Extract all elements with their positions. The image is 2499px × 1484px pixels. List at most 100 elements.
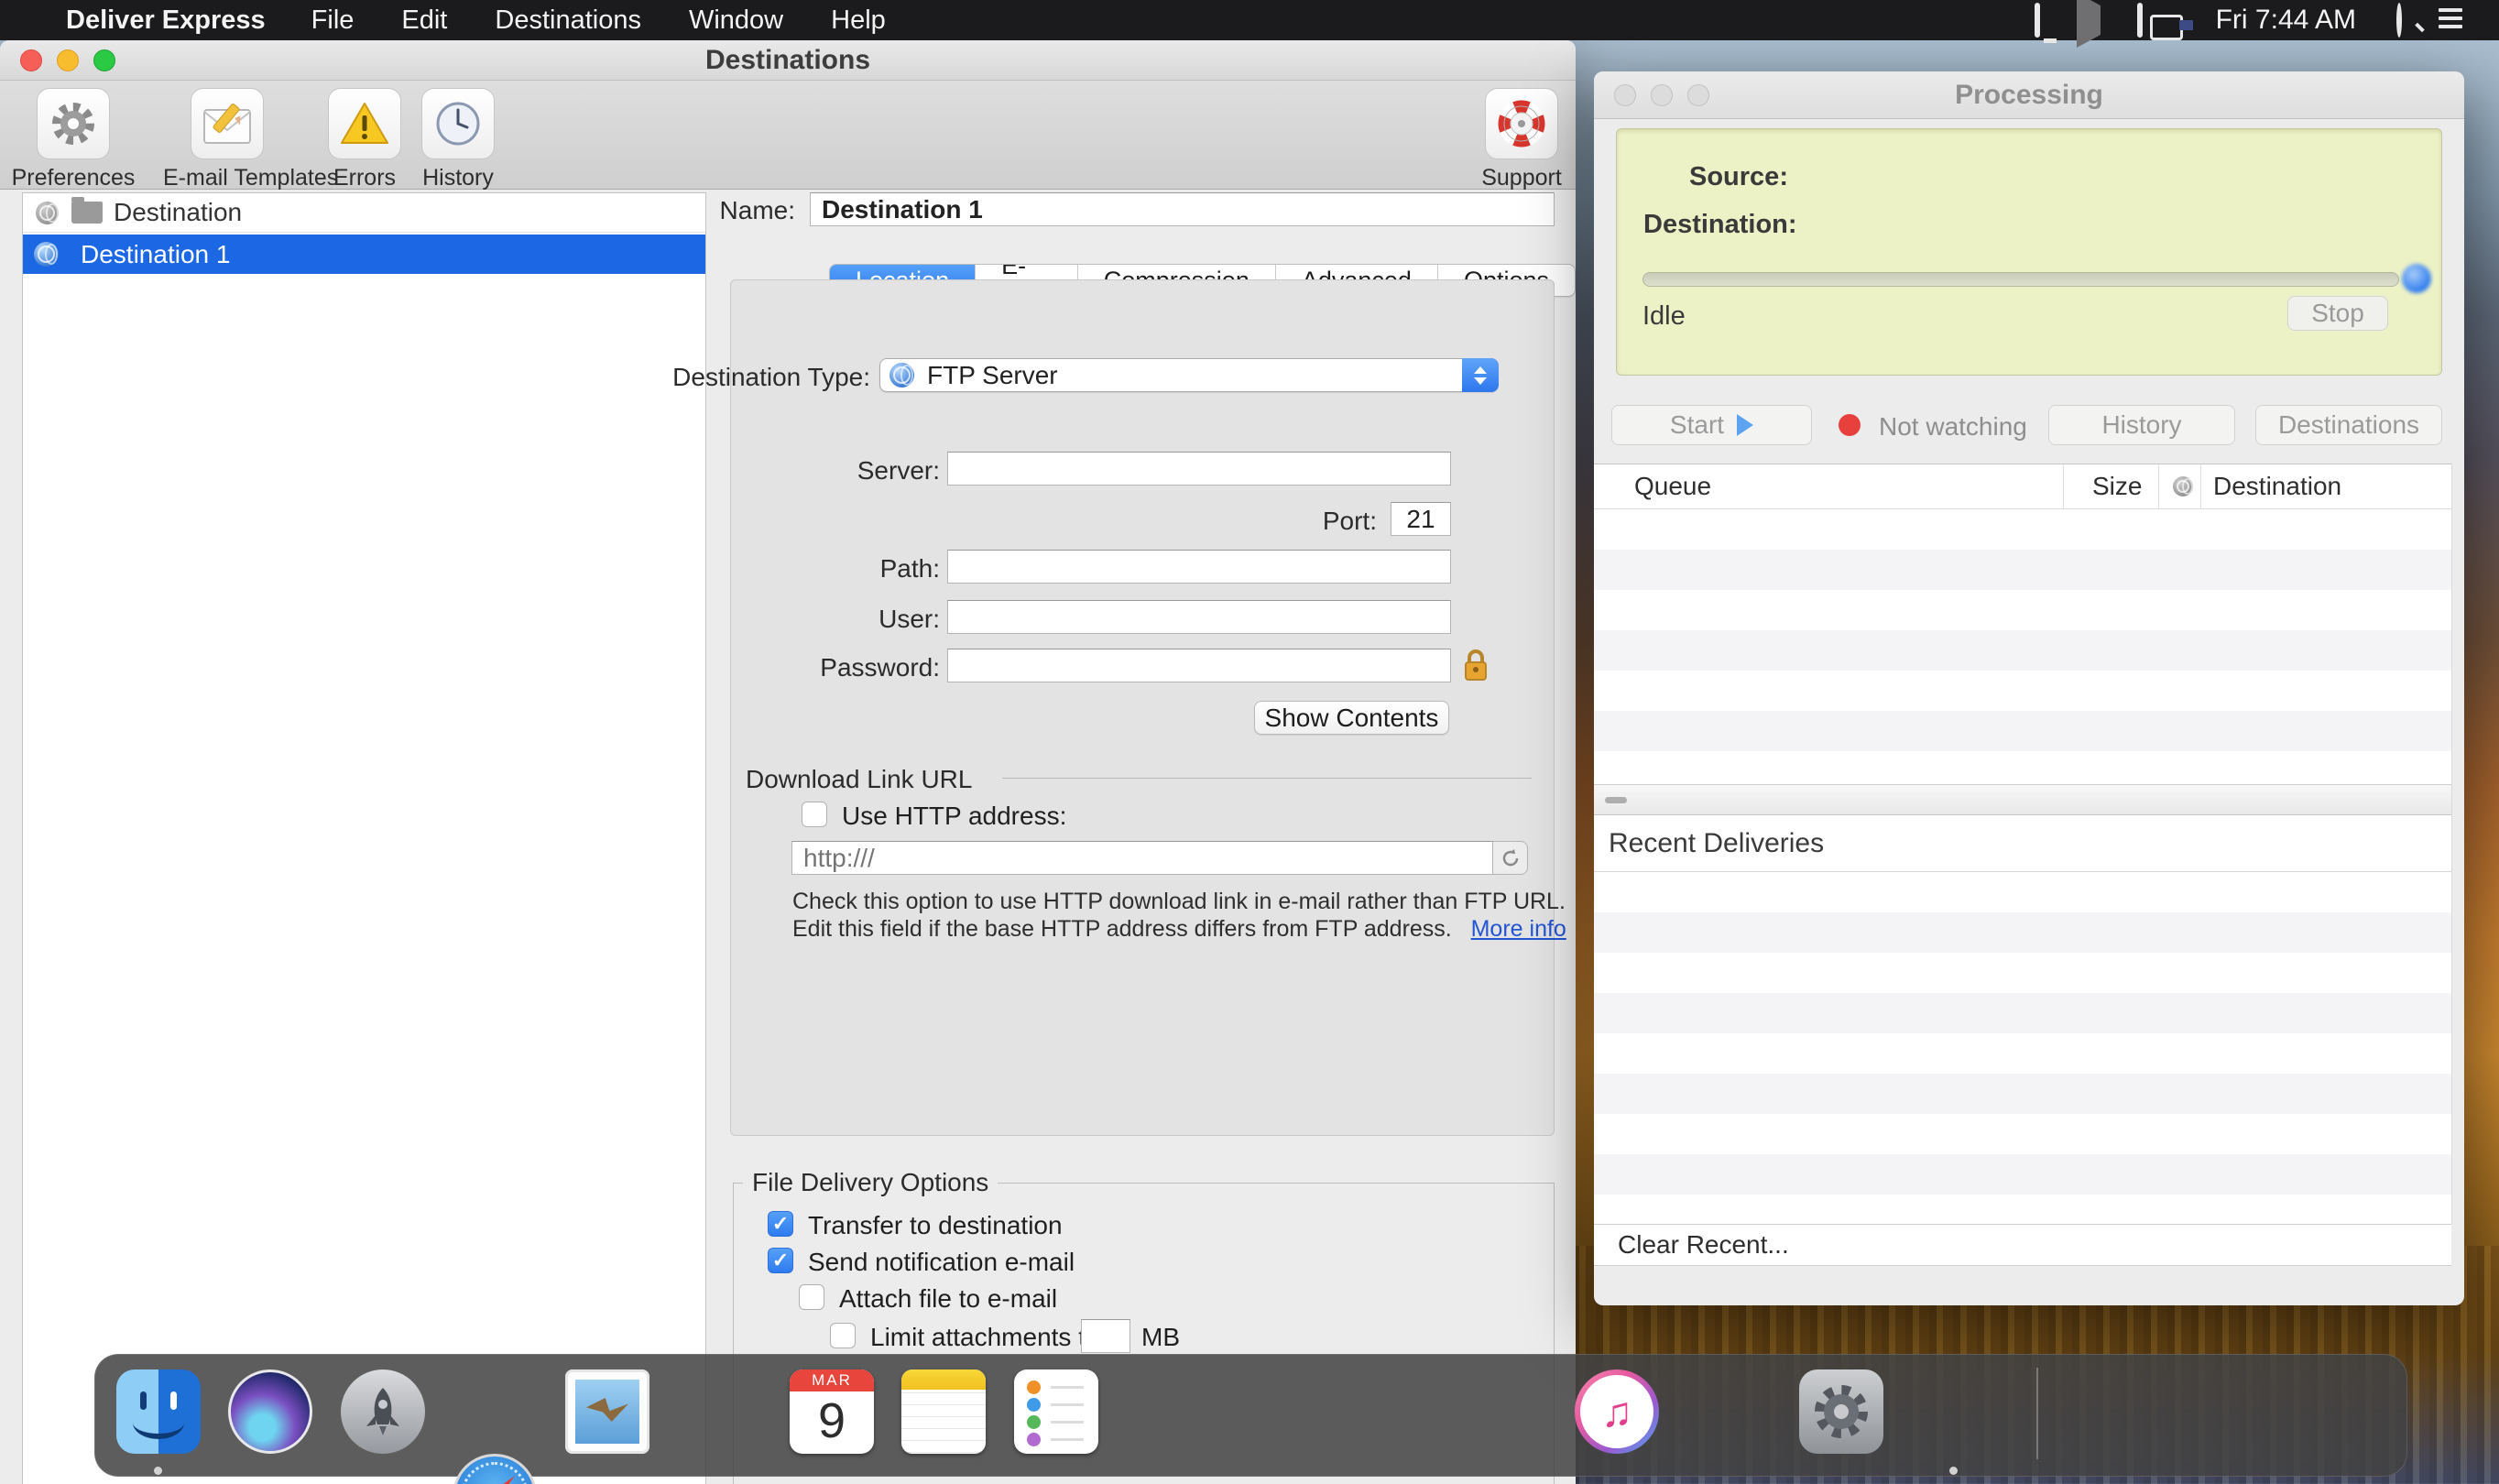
- destinations-toolbar: Preferences E-mail Templates Errors Hist…: [0, 81, 1576, 190]
- notify-checkbox[interactable]: ✓: [768, 1248, 793, 1273]
- clear-recent-button[interactable]: Clear Recent...: [1618, 1230, 1789, 1260]
- queue-column-header[interactable]: Queue: [1634, 464, 1711, 508]
- folder-icon: [71, 202, 103, 224]
- scrollbar-track[interactable]: [2451, 464, 2452, 1224]
- warning-triangle-icon: [340, 101, 389, 147]
- window-title: Destinations: [0, 45, 1576, 76]
- app-menu-title[interactable]: Deliver Express: [66, 5, 266, 36]
- name-label: Name:: [720, 196, 795, 225]
- port-input[interactable]: [1391, 502, 1451, 536]
- history-button[interactable]: History: [2048, 405, 2235, 445]
- airplay-display-icon[interactable]: [2035, 5, 2040, 36]
- server-input[interactable]: [947, 452, 1451, 486]
- email-templates-button[interactable]: E-mail Templates: [163, 88, 291, 191]
- dock-reminders-icon[interactable]: [1014, 1369, 1098, 1454]
- destinations-button[interactable]: Destinations: [2255, 405, 2442, 445]
- notification-center-icon[interactable]: [2439, 8, 2462, 33]
- destination-label: Destination:: [1643, 210, 1797, 240]
- menu-destinations[interactable]: Destinations: [495, 5, 641, 36]
- menu-window[interactable]: Window: [689, 5, 783, 36]
- name-input[interactable]: [810, 192, 1555, 226]
- displays-icon[interactable]: [2137, 5, 2143, 36]
- dock-separator: [2036, 1368, 2038, 1459]
- start-button[interactable]: Start: [1611, 405, 1812, 445]
- dock-itunes-icon[interactable]: ♫: [1575, 1369, 1659, 1454]
- window-title: Processing: [1594, 80, 2464, 111]
- destination-column-header[interactable]: Destination: [2213, 464, 2341, 508]
- spotlight-search-icon[interactable]: [2396, 5, 2402, 36]
- rocket-icon: [359, 1386, 407, 1437]
- use-http-checkbox[interactable]: [802, 802, 827, 827]
- destination-list-header[interactable]: Destination: [23, 193, 705, 233]
- lifebuoy-icon: [1498, 100, 1545, 147]
- globe-icon: [36, 202, 59, 224]
- transfer-checkbox[interactable]: ✓: [768, 1211, 793, 1237]
- user-label: User:: [878, 605, 940, 634]
- destination-type-value: FTP Server: [927, 361, 1058, 390]
- menubar-clock[interactable]: Fri 7:44 AM: [2216, 5, 2356, 36]
- padlock-icon: [1462, 649, 1490, 682]
- limit-size-input[interactable]: [1081, 1319, 1130, 1353]
- globe-column-header[interactable]: [2173, 464, 2193, 508]
- queue-list[interactable]: [1594, 509, 2451, 784]
- path-input[interactable]: [947, 550, 1451, 584]
- menu-help[interactable]: Help: [831, 5, 886, 36]
- recent-deliveries-list[interactable]: [1594, 872, 2451, 1224]
- server-label: Server:: [857, 456, 940, 486]
- help-line-2: Edit this field if the base HTTP address…: [792, 916, 1566, 943]
- destination-type-select[interactable]: FTP Server: [879, 358, 1499, 392]
- path-label: Path:: [880, 554, 940, 584]
- support-button[interactable]: Support: [1457, 88, 1586, 191]
- globe-icon: [34, 242, 59, 267]
- refresh-url-button[interactable]: [1493, 841, 1528, 875]
- globe-icon: [889, 363, 914, 387]
- destination-item-label: Destination 1: [81, 240, 230, 269]
- processing-titlebar[interactable]: Processing: [1594, 71, 2464, 119]
- attach-checkbox[interactable]: [799, 1284, 824, 1310]
- dock-mail-icon[interactable]: [565, 1369, 649, 1454]
- history-button[interactable]: History: [394, 88, 522, 191]
- preferences-button[interactable]: Preferences: [9, 88, 137, 191]
- dock-notes-icon[interactable]: [901, 1369, 986, 1454]
- gear-icon: [1811, 1381, 1872, 1442]
- show-contents-button[interactable]: Show Contents: [1254, 701, 1449, 735]
- screen-mirroring-icon[interactable]: [2077, 5, 2101, 36]
- size-column-header[interactable]: Size: [2092, 464, 2142, 508]
- menu-edit[interactable]: Edit: [401, 5, 447, 36]
- file-delivery-title: File Delivery Options: [743, 1168, 998, 1197]
- dock-calendar-icon[interactable]: MAR 9: [790, 1369, 874, 1454]
- dock-safari-icon[interactable]: [453, 1454, 537, 1484]
- dock-finder-icon[interactable]: [116, 1369, 201, 1454]
- dock-system-preferences-icon[interactable]: [1799, 1369, 1883, 1454]
- watch-status-icon: [1839, 414, 1861, 436]
- limit-label: Limit attachments to: [870, 1323, 1100, 1352]
- envelope-pencil-icon: [202, 101, 253, 147]
- pane-splitter[interactable]: [1594, 784, 2451, 815]
- http-address-input[interactable]: [791, 841, 1493, 875]
- destination-list-item-selected[interactable]: Destination 1: [23, 235, 705, 274]
- dock: MAR 9 3D ✆ ♫ Ps: [94, 1354, 2407, 1477]
- dock-siri-icon[interactable]: [228, 1369, 312, 1454]
- destination-type-label: Destination Type:: [672, 363, 870, 392]
- play-icon: [1737, 414, 1753, 436]
- limit-checkbox[interactable]: [830, 1323, 856, 1348]
- password-label: Password:: [820, 653, 940, 682]
- dock-launchpad-icon[interactable]: [341, 1369, 425, 1454]
- destinations-titlebar[interactable]: Destinations: [0, 40, 1576, 81]
- notify-label: Send notification e-mail: [808, 1248, 1075, 1277]
- menu-file[interactable]: File: [311, 5, 355, 36]
- refresh-icon: [1500, 848, 1521, 868]
- more-info-link[interactable]: More info: [1471, 916, 1566, 942]
- recent-deliveries-header: Recent Deliveries: [1594, 815, 2451, 872]
- stop-button[interactable]: Stop: [2287, 296, 2388, 331]
- splitter-handle-icon: [1605, 797, 1627, 803]
- clock-icon: [434, 100, 482, 147]
- processing-window: Processing Source: Destination: Idle Sto…: [1594, 71, 2464, 1305]
- gear-icon: [49, 99, 98, 148]
- finder-running-indicator: [154, 1467, 162, 1475]
- user-input[interactable]: [947, 600, 1451, 634]
- progress-bar: [1642, 272, 2399, 287]
- password-input[interactable]: [947, 649, 1451, 682]
- destination-header-label: Destination: [114, 198, 242, 227]
- destination-list: Destination Destination 1: [22, 192, 706, 1484]
